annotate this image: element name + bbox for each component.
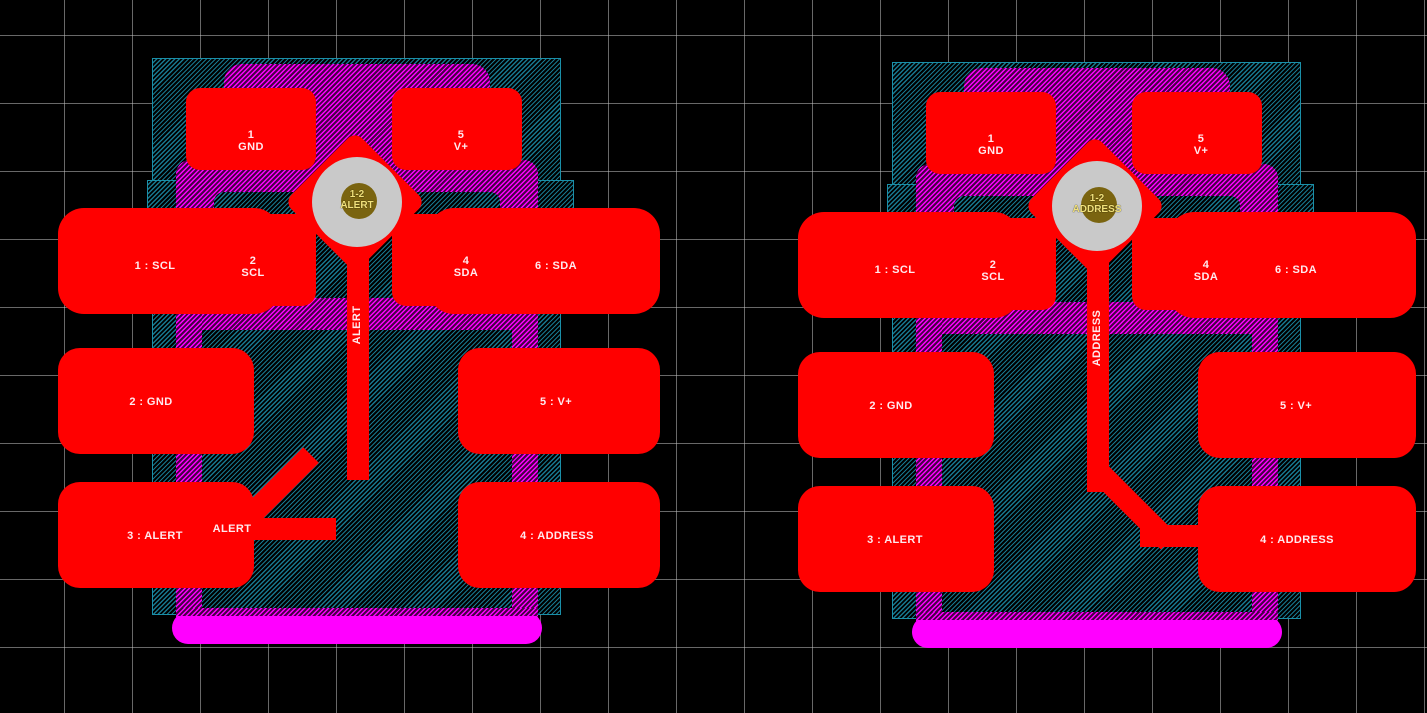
connector-pad-2-gnd[interactable] xyxy=(58,348,254,454)
via-label: 1-2 ADDRESS xyxy=(1073,193,1122,215)
via-label: 1-2 ALERT xyxy=(340,189,373,211)
connector-pad-1-scl[interactable] xyxy=(798,212,1020,318)
via-label-line1: 1-2 xyxy=(1089,193,1105,204)
via-label-line1: 1-2 xyxy=(349,189,365,200)
connector-pad-6-sda[interactable] xyxy=(1168,212,1416,318)
bottom-copper-bottom-bar-inside xyxy=(176,608,538,616)
via-label-line2: ADDRESS xyxy=(1072,204,1122,215)
footprint-variant-alert[interactable]: 1 GND 5 V+ 2 SCL 4 SDA 1 : SCL 6 : SDA 2… xyxy=(0,0,713,713)
connector-pad-3-alert[interactable] xyxy=(58,482,254,588)
ic-pad-5-vplus[interactable] xyxy=(392,88,522,170)
ic-pad-5-vplus[interactable] xyxy=(1132,92,1262,174)
connector-pad-5-vplus[interactable] xyxy=(458,348,660,454)
bottom-copper-bottom-bar[interactable] xyxy=(172,612,542,644)
connector-pad-1-scl[interactable] xyxy=(58,208,280,314)
connector-pad-5-vplus[interactable] xyxy=(1198,352,1416,458)
connector-pad-3-alert[interactable] xyxy=(798,486,994,592)
footprint-variant-address[interactable]: 1 GND 5 V+ 2 SCL 4 SDA 1 : SCL 6 : SDA 2… xyxy=(740,0,1427,713)
ic-pad-1-gnd[interactable] xyxy=(926,92,1056,174)
via-label-line2: ALERT xyxy=(340,200,374,211)
bottom-copper-bottom-bar-inside xyxy=(916,612,1278,620)
ic-pad-1-gnd[interactable] xyxy=(186,88,316,170)
connector-pad-6-sda[interactable] xyxy=(428,208,660,314)
connector-pad-4-address[interactable] xyxy=(458,482,660,588)
bottom-copper-bottom-bar[interactable] xyxy=(912,616,1282,648)
connector-pad-4-address[interactable] xyxy=(1198,486,1416,592)
connector-pad-2-gnd[interactable] xyxy=(798,352,994,458)
pcb-canvas[interactable]: 1 GND 5 V+ 2 SCL 4 SDA 1 : SCL 6 : SDA 2… xyxy=(0,0,1427,713)
